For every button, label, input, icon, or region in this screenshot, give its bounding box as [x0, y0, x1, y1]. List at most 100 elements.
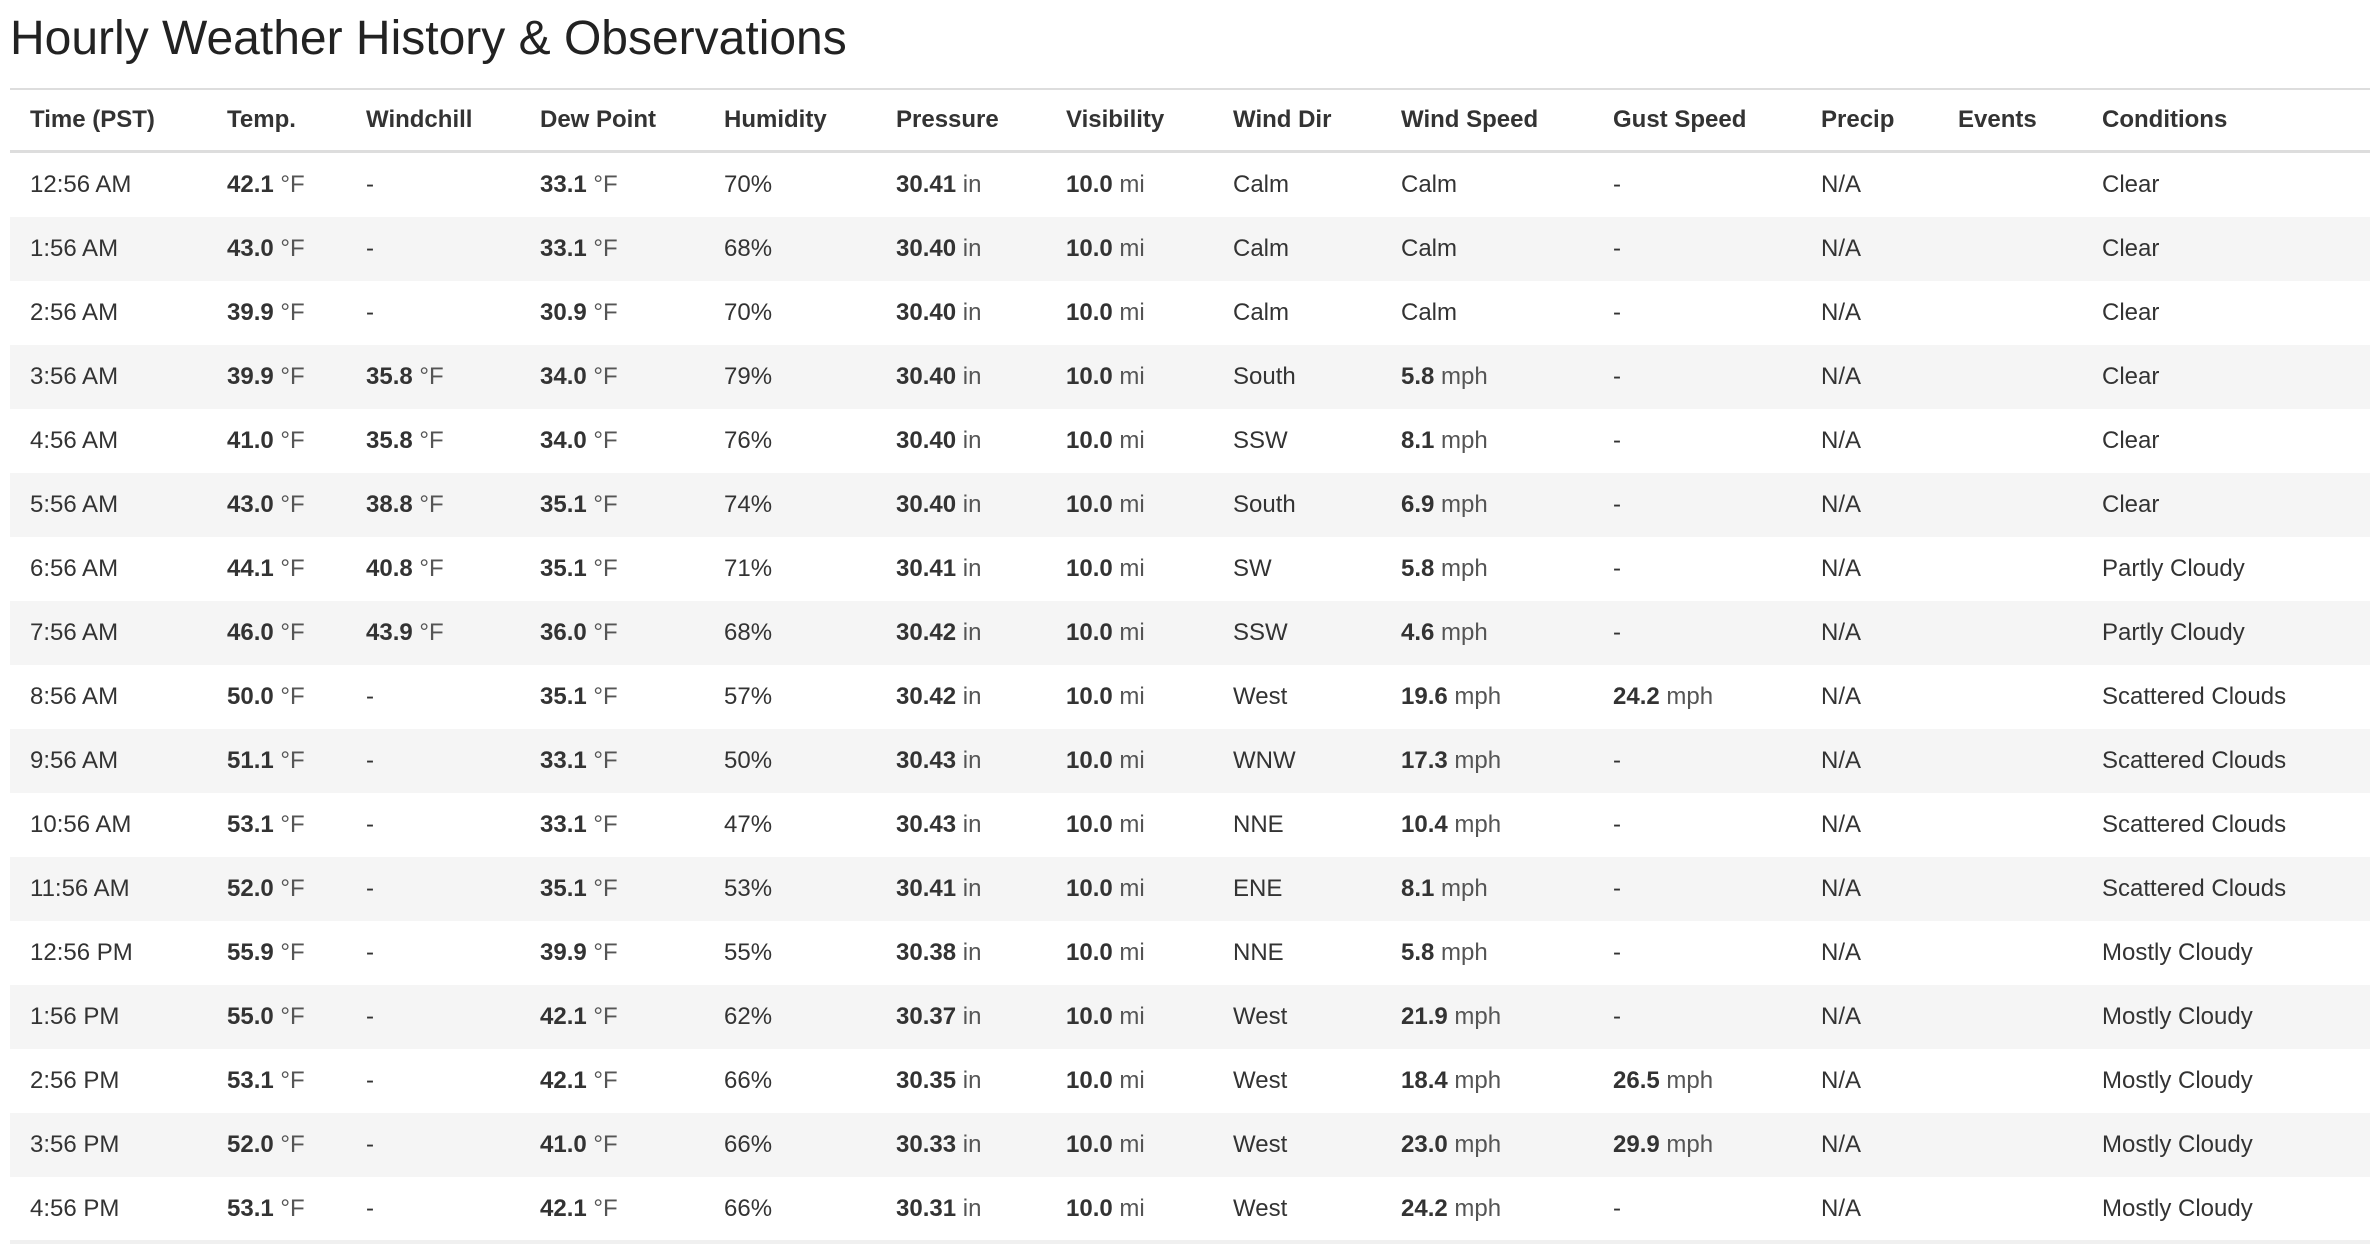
cell-dew-point-unit: °F	[593, 938, 618, 966]
cell-gust-speed: -	[1613, 234, 1621, 262]
cell-wind-speed-value: 6.9	[1401, 490, 1435, 518]
cell-temp-unit: °F	[280, 938, 305, 966]
cell-dew-point: 42.1 °F	[520, 1177, 704, 1241]
cell-temp-value: 51.1	[227, 746, 274, 774]
cell-temp: 46.0 °F	[207, 601, 346, 665]
column-header-pressure[interactable]: Pressure	[876, 88, 1046, 153]
cell-visibility-unit: mi	[1119, 874, 1145, 902]
table-row: 10:56 AM 53.1 °F -33.1 °F 47% 30.43 in 10.0 m…	[10, 792, 2370, 857]
cell-gust-speed: -	[1613, 1194, 1621, 1222]
cell-dew-point-value: 35.1	[540, 490, 587, 518]
cell-precip: N/A	[1821, 938, 1862, 966]
cell-dew-point: 35.1 °F	[520, 473, 704, 537]
table-row: 4:56 AM 41.0 °F 35.8 °F 34.0 °F 76% 30.40 in 1…	[10, 408, 2370, 473]
cell-wind-dir: Calm	[1233, 298, 1290, 326]
cell-dew-point-value: 34.0	[540, 426, 587, 454]
cell-wind-speed-unit: mph	[1441, 490, 1488, 518]
cell-pressure-value: 30.41	[896, 874, 957, 902]
column-header-visibility[interactable]: Visibility	[1046, 88, 1213, 153]
cell-time: 9:56 AM	[30, 746, 119, 774]
cell-temp: 41.0 °F	[207, 409, 346, 473]
cell-pressure-unit: in	[962, 490, 982, 518]
cell-dew-point-unit: °F	[593, 426, 618, 454]
cell-wind-speed: 10.4 mph	[1381, 793, 1593, 857]
column-header-windchill[interactable]: Windchill	[346, 88, 520, 153]
cell-conditions: Partly Cloudy	[2102, 554, 2245, 582]
cell-events	[1938, 345, 2082, 409]
cell-precip: N/A	[1821, 1002, 1862, 1030]
cell-wind-speed-unit: mph	[1454, 1130, 1502, 1158]
cell-windchill-unit: °F	[419, 362, 444, 390]
cell-visibility-value: 10.0	[1066, 1130, 1113, 1158]
column-header-time[interactable]: Time (PST)	[10, 88, 207, 153]
cell-pressure-value: 30.40	[896, 426, 957, 454]
cell-pressure-value: 30.37	[896, 1002, 957, 1030]
cell-visibility: 10.0 mi	[1046, 151, 1213, 217]
cell-time: 3:56 PM	[30, 1130, 120, 1158]
cell-windchill-unit: °F	[419, 490, 444, 518]
cell-windchill: -	[366, 1130, 374, 1158]
cell-visibility-unit: mi	[1119, 938, 1145, 966]
cell-temp-unit: °F	[280, 1130, 305, 1158]
cell-conditions: Mostly Cloudy	[2102, 1066, 2253, 1094]
cell-temp-value: 44.1	[227, 554, 274, 582]
cell-windchill: 35.8 °F	[346, 345, 520, 409]
cell-time: 8:56 AM	[30, 682, 119, 710]
cell-temp: 53.1 °F	[207, 1177, 346, 1241]
cell-gust-speed: -	[1613, 490, 1621, 518]
cell-dew-point-unit: °F	[593, 298, 618, 326]
column-header-events[interactable]: Events	[1938, 88, 2082, 153]
cell-dew-point: 33.1 °F	[520, 729, 704, 793]
cell-humidity: 70%	[724, 170, 773, 198]
cell-wind-speed-value: 5.8	[1401, 362, 1435, 390]
cell-dew-point-value: 36.0	[540, 618, 587, 646]
cell-visibility-value: 10.0	[1066, 490, 1113, 518]
cell-windchill: -	[366, 1066, 374, 1094]
cell-gust-speed: 26.5 mph	[1593, 1049, 1801, 1113]
cell-visibility-value: 10.0	[1066, 1066, 1113, 1094]
cell-conditions: Clear	[2102, 490, 2160, 518]
cell-visibility-unit: mi	[1119, 298, 1145, 326]
cell-wind-speed-value: 21.9	[1401, 1002, 1448, 1030]
cell-dew-point-unit: °F	[593, 1002, 618, 1030]
cell-events	[1938, 409, 2082, 473]
cell-windchill-value: 43.9	[366, 618, 413, 646]
cell-temp: 39.9 °F	[207, 281, 346, 345]
cell-temp-unit: °F	[280, 426, 305, 454]
column-header-wind-dir[interactable]: Wind Dir	[1213, 88, 1381, 153]
cell-wind-dir: West	[1233, 1066, 1288, 1094]
cell-precip: N/A	[1821, 234, 1862, 262]
cell-visibility-unit: mi	[1119, 170, 1145, 198]
cell-gust-speed-unit: mph	[1666, 682, 1714, 710]
column-header-gust-speed[interactable]: Gust Speed	[1593, 88, 1801, 153]
cell-dew-point: 35.1 °F	[520, 857, 704, 921]
column-header-dew-point[interactable]: Dew Point	[520, 88, 704, 153]
cell-temp-value: 53.1	[227, 1066, 274, 1094]
cell-wind-speed: Calm	[1401, 298, 1458, 326]
cell-visibility-value: 10.0	[1066, 554, 1113, 582]
cell-pressure: 30.35 in	[876, 1049, 1046, 1113]
cell-temp: 44.1 °F	[207, 537, 346, 601]
column-header-precip[interactable]: Precip	[1801, 88, 1938, 153]
cell-pressure-value: 30.40	[896, 362, 957, 390]
cell-windchill: -	[366, 938, 374, 966]
cell-dew-point: 42.1 °F	[520, 1049, 704, 1113]
column-header-wind-speed[interactable]: Wind Speed	[1381, 88, 1593, 153]
cell-pressure: 30.42 in	[876, 665, 1046, 729]
cell-visibility-value: 10.0	[1066, 1194, 1113, 1222]
cell-time: 1:56 PM	[30, 1002, 120, 1030]
cell-wind-speed-value: 23.0	[1401, 1130, 1448, 1158]
cell-visibility-value: 10.0	[1066, 1002, 1113, 1030]
cell-wind-dir: NNE	[1233, 938, 1284, 966]
cell-visibility-unit: mi	[1119, 1130, 1145, 1158]
column-header-humidity[interactable]: Humidity	[704, 88, 876, 153]
column-header-conditions[interactable]: Conditions	[2082, 88, 2370, 153]
cell-pressure-value: 30.42	[896, 618, 957, 646]
cell-pressure: 30.42 in	[876, 601, 1046, 665]
cell-humidity: 68%	[724, 618, 773, 646]
cell-humidity: 55%	[724, 938, 773, 966]
cell-temp: 51.1 °F	[207, 729, 346, 793]
cell-visibility: 10.0 mi	[1046, 537, 1213, 601]
column-header-temp[interactable]: Temp.	[207, 88, 346, 153]
cell-dew-point-unit: °F	[593, 1194, 618, 1222]
